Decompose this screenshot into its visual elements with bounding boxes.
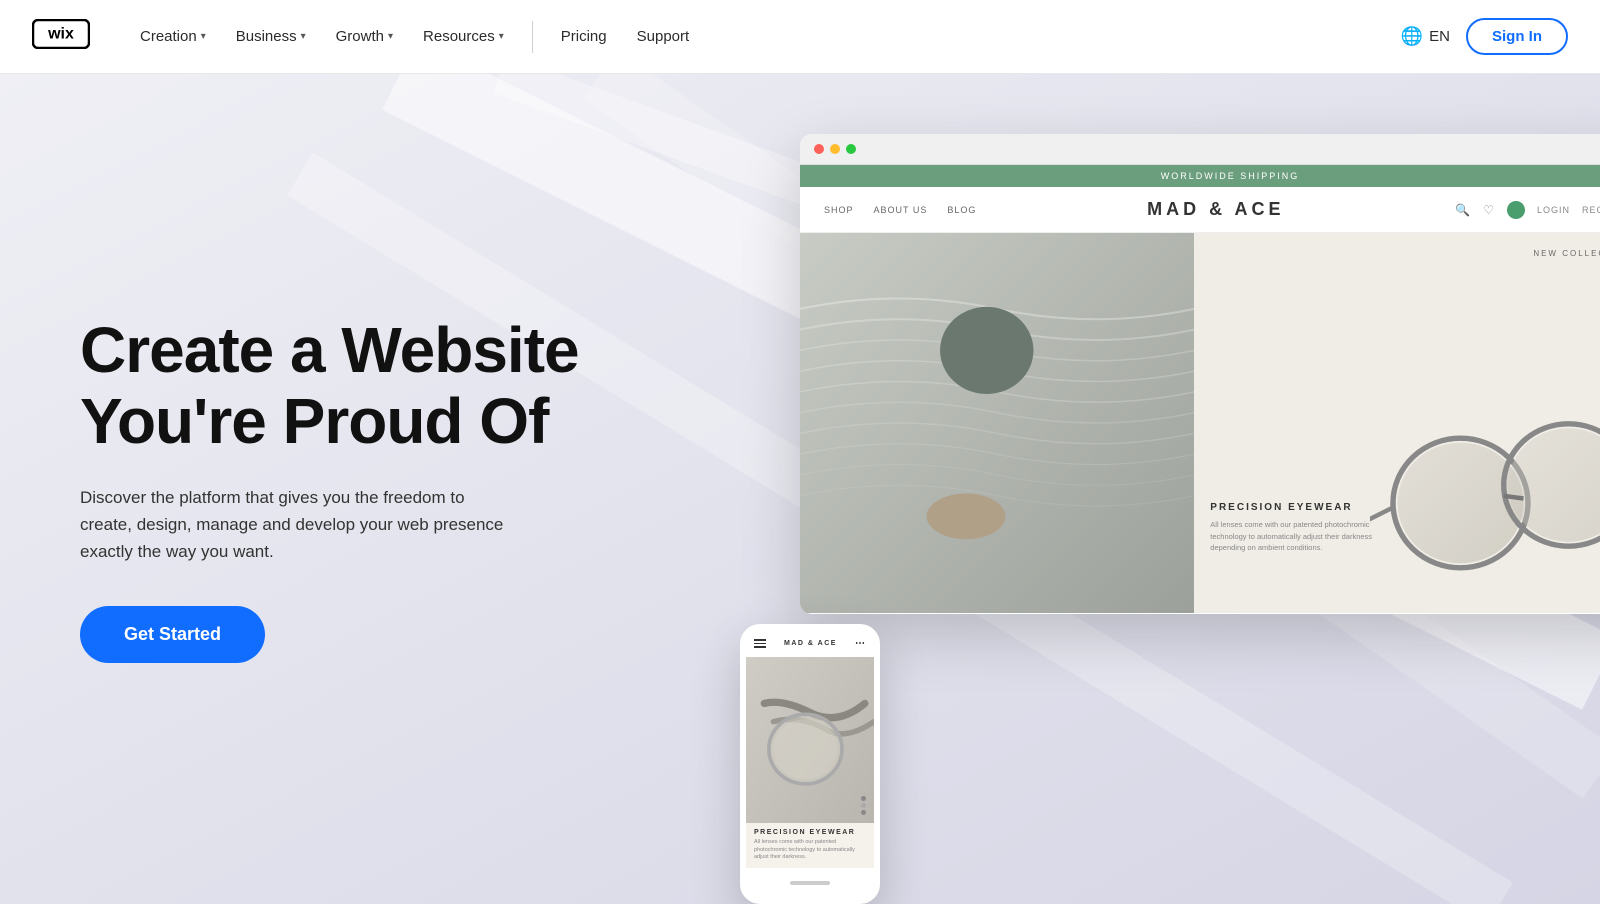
globe-icon: 🌐 bbox=[1401, 26, 1423, 47]
sign-in-button[interactable]: Sign In bbox=[1466, 18, 1568, 55]
mockup-nav-about: ABOUT US bbox=[874, 205, 928, 215]
dot-yellow bbox=[830, 144, 840, 154]
nav-business[interactable]: Business ▾ bbox=[222, 20, 320, 53]
svg-text:wix: wix bbox=[47, 26, 74, 43]
nav-creation-label: Creation bbox=[140, 28, 197, 45]
mockup-login-label: LOGIN bbox=[1537, 205, 1570, 215]
nav-creation[interactable]: Creation ▾ bbox=[126, 20, 220, 53]
chevron-down-icon: ▾ bbox=[499, 31, 504, 42]
mockup-header: SHOP ABOUT US BLOG MAD & ACE 🔍 ♡ LOGIN R… bbox=[800, 187, 1600, 233]
hero-visual: Worldwide Shipping SHOP ABOUT US BLOG MA… bbox=[720, 114, 1600, 894]
dot-red bbox=[814, 144, 824, 154]
mockup-search-icon: 🔍 bbox=[1455, 203, 1471, 217]
navbar: wix Creation ▾ Business ▾ Growth ▾ Resou… bbox=[0, 0, 1600, 74]
language-selector[interactable]: 🌐 EN bbox=[1401, 26, 1450, 47]
hero-title-line2: You're Proud Of bbox=[80, 385, 548, 457]
mockup-banner: Worldwide Shipping bbox=[800, 165, 1600, 187]
mockup-register-label: REGISTER bbox=[1582, 205, 1600, 215]
mockup-nav-links: SHOP ABOUT US BLOG bbox=[824, 205, 976, 215]
desktop-mockup: Worldwide Shipping SHOP ABOUT US BLOG MA… bbox=[800, 134, 1600, 614]
mobile-image-area bbox=[746, 657, 874, 823]
hero-section: Create a Website You're Proud Of Discove… bbox=[0, 74, 1600, 904]
mockup-brand: MAD & ACE bbox=[1147, 199, 1284, 220]
mockup-nav-blog: BLOG bbox=[947, 205, 976, 215]
hero-content: Create a Website You're Proud Of Discove… bbox=[80, 315, 619, 662]
mobile-footer bbox=[746, 868, 874, 898]
nav-resources[interactable]: Resources ▾ bbox=[409, 20, 518, 53]
nav-growth-label: Growth bbox=[336, 28, 384, 45]
mobile-product-desc: All lenses come with our patented photoc… bbox=[754, 839, 866, 862]
dot-green bbox=[846, 144, 856, 154]
mockup-product-title: PRECISION EYEWEAR bbox=[1210, 502, 1390, 513]
mobile-dot bbox=[861, 810, 866, 815]
mobile-dot bbox=[861, 796, 866, 801]
mobile-mockup: MAD & ACE ⋯ bbox=[740, 624, 880, 904]
mockup-product-section: PRECISION EYEWEAR All lenses come with o… bbox=[1210, 502, 1390, 553]
nav-menu: Creation ▾ Business ▾ Growth ▾ Resources… bbox=[126, 20, 1401, 53]
hero-subtitle: Discover the platform that gives you the… bbox=[80, 484, 520, 566]
mobile-dots-indicator bbox=[861, 796, 866, 815]
mobile-product-name: PRECISION EYEWEAR bbox=[754, 829, 866, 836]
mockup-right-image: NEW COLLECTION » bbox=[1194, 233, 1600, 613]
mobile-home-bar bbox=[790, 881, 830, 885]
mockup-body: NEW COLLECTION » bbox=[800, 233, 1600, 613]
chevron-down-icon: ▾ bbox=[388, 31, 393, 42]
mobile-menu-icon: ⋯ bbox=[855, 638, 866, 649]
hero-title-line1: Create a Website bbox=[80, 314, 579, 386]
nav-pricing[interactable]: Pricing bbox=[547, 20, 621, 53]
nav-resources-label: Resources bbox=[423, 28, 495, 45]
mockup-titlebar bbox=[800, 134, 1600, 165]
nav-business-label: Business bbox=[236, 28, 297, 45]
get-started-button[interactable]: Get Started bbox=[80, 606, 265, 663]
language-label: EN bbox=[1429, 28, 1450, 45]
mobile-content: MAD & ACE ⋯ bbox=[746, 630, 874, 898]
mobile-dot bbox=[861, 803, 866, 808]
chevron-down-icon: ▾ bbox=[201, 31, 206, 42]
mobile-header-bar: MAD & ACE ⋯ bbox=[746, 630, 874, 657]
mockup-left-image bbox=[800, 233, 1194, 613]
wix-logo[interactable]: wix bbox=[32, 19, 90, 54]
navbar-right: 🌐 EN Sign In bbox=[1401, 18, 1568, 55]
mockup-header-right: 🔍 ♡ LOGIN REGISTER bbox=[1455, 201, 1600, 219]
mobile-brand: MAD & ACE bbox=[784, 640, 837, 647]
mockup-cart-icon bbox=[1507, 201, 1525, 219]
mockup-heart-icon: ♡ bbox=[1483, 203, 1495, 217]
chevron-down-icon: ▾ bbox=[301, 31, 306, 42]
mockup-content: Worldwide Shipping SHOP ABOUT US BLOG MA… bbox=[800, 165, 1600, 613]
mobile-hamburger-icon bbox=[754, 639, 766, 648]
mockup-product-desc: All lenses come with our patented photoc… bbox=[1210, 519, 1390, 553]
mockup-nav-shop: SHOP bbox=[824, 205, 854, 215]
nav-support[interactable]: Support bbox=[623, 20, 704, 53]
nav-divider bbox=[532, 21, 533, 53]
mockup-new-collection: NEW COLLECTION » bbox=[1533, 249, 1600, 258]
hero-title: Create a Website You're Proud Of bbox=[80, 315, 579, 456]
nav-growth[interactable]: Growth ▾ bbox=[322, 20, 407, 53]
mobile-product-text: PRECISION EYEWEAR All lenses come with o… bbox=[746, 823, 874, 868]
